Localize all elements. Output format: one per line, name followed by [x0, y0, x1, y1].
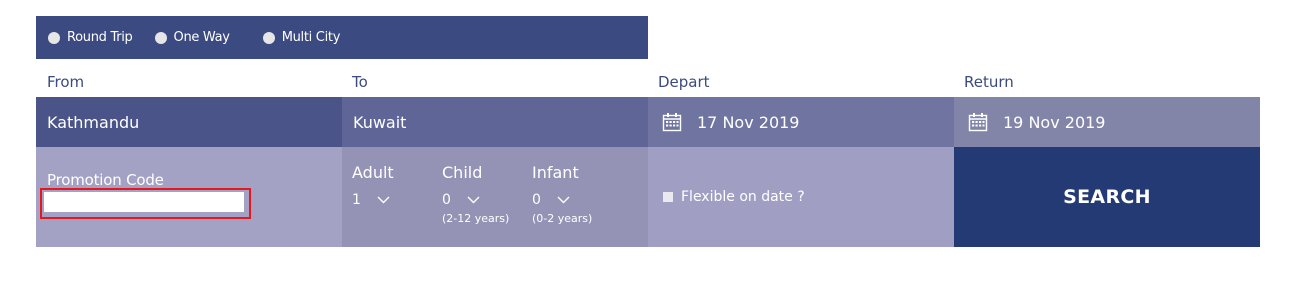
promo-section: Promotion Code — [36, 147, 342, 247]
from-value: Kathmandu — [47, 112, 140, 132]
infant-value: 0 — [532, 192, 541, 208]
search-button[interactable]: SEARCH — [954, 147, 1260, 247]
infant-select[interactable]: 0 — [532, 192, 592, 208]
infant-age-note: (0-2 years) — [532, 212, 593, 225]
search-button-label: SEARCH — [1063, 186, 1151, 208]
adult-group: Adult 1 — [352, 163, 394, 208]
passengers-section: Adult 1 Child 0 (2-12 years) Infant 0 (0… — [342, 147, 648, 247]
chevron-down-icon — [377, 196, 390, 204]
child-select[interactable]: 0 — [442, 192, 509, 208]
multi-city-radio[interactable]: Multi City — [262, 30, 341, 45]
round-trip-radio[interactable]: Round Trip — [48, 30, 133, 45]
return-date-value: 19 Nov 2019 — [1003, 112, 1106, 132]
from-field[interactable]: Kathmandu — [36, 97, 342, 147]
depart-date-value: 17 Nov 2019 — [697, 112, 800, 132]
depart-label: Depart — [658, 73, 710, 91]
infant-group: Infant 0 (0-2 years) — [532, 163, 592, 225]
adult-select[interactable]: 1 — [352, 192, 394, 208]
radio-circle-icon — [262, 31, 275, 44]
child-age-note: (2-12 years) — [442, 212, 510, 225]
flexible-date-checkbox[interactable] — [663, 192, 673, 202]
multi-city-label: Multi City — [281, 30, 341, 45]
child-group: Child 0 (2-12 years) — [442, 163, 509, 225]
promo-code-input[interactable] — [44, 192, 244, 212]
from-label: From — [47, 73, 85, 91]
adult-value: 1 — [352, 192, 361, 208]
flexible-date-section: Flexible on date ? — [648, 147, 954, 247]
trip-type-bar: Round Trip One Way Multi City — [36, 16, 648, 59]
child-value: 0 — [442, 192, 451, 208]
chevron-down-icon — [557, 196, 570, 204]
promo-code-label: Promotion Code — [47, 171, 164, 189]
to-label: To — [352, 73, 368, 91]
calendar-icon — [662, 113, 682, 132]
round-trip-label: Round Trip — [67, 30, 133, 45]
chevron-down-icon — [467, 196, 480, 204]
return-label: Return — [964, 73, 1014, 91]
flexible-date-label: Flexible on date ? — [681, 189, 805, 205]
radio-circle-icon — [154, 31, 167, 44]
one-way-radio[interactable]: One Way — [154, 30, 230, 45]
child-label: Child — [442, 163, 483, 182]
radio-circle-icon — [48, 31, 60, 44]
one-way-label: One Way — [173, 30, 230, 45]
infant-label: Infant — [532, 163, 579, 182]
adult-label: Adult — [352, 163, 394, 182]
to-value: Kuwait — [353, 112, 407, 132]
calendar-icon — [968, 113, 988, 132]
depart-date-field[interactable]: 17 Nov 2019 — [648, 97, 954, 147]
return-date-field[interactable]: 19 Nov 2019 — [954, 97, 1260, 147]
to-field[interactable]: Kuwait — [342, 97, 648, 147]
